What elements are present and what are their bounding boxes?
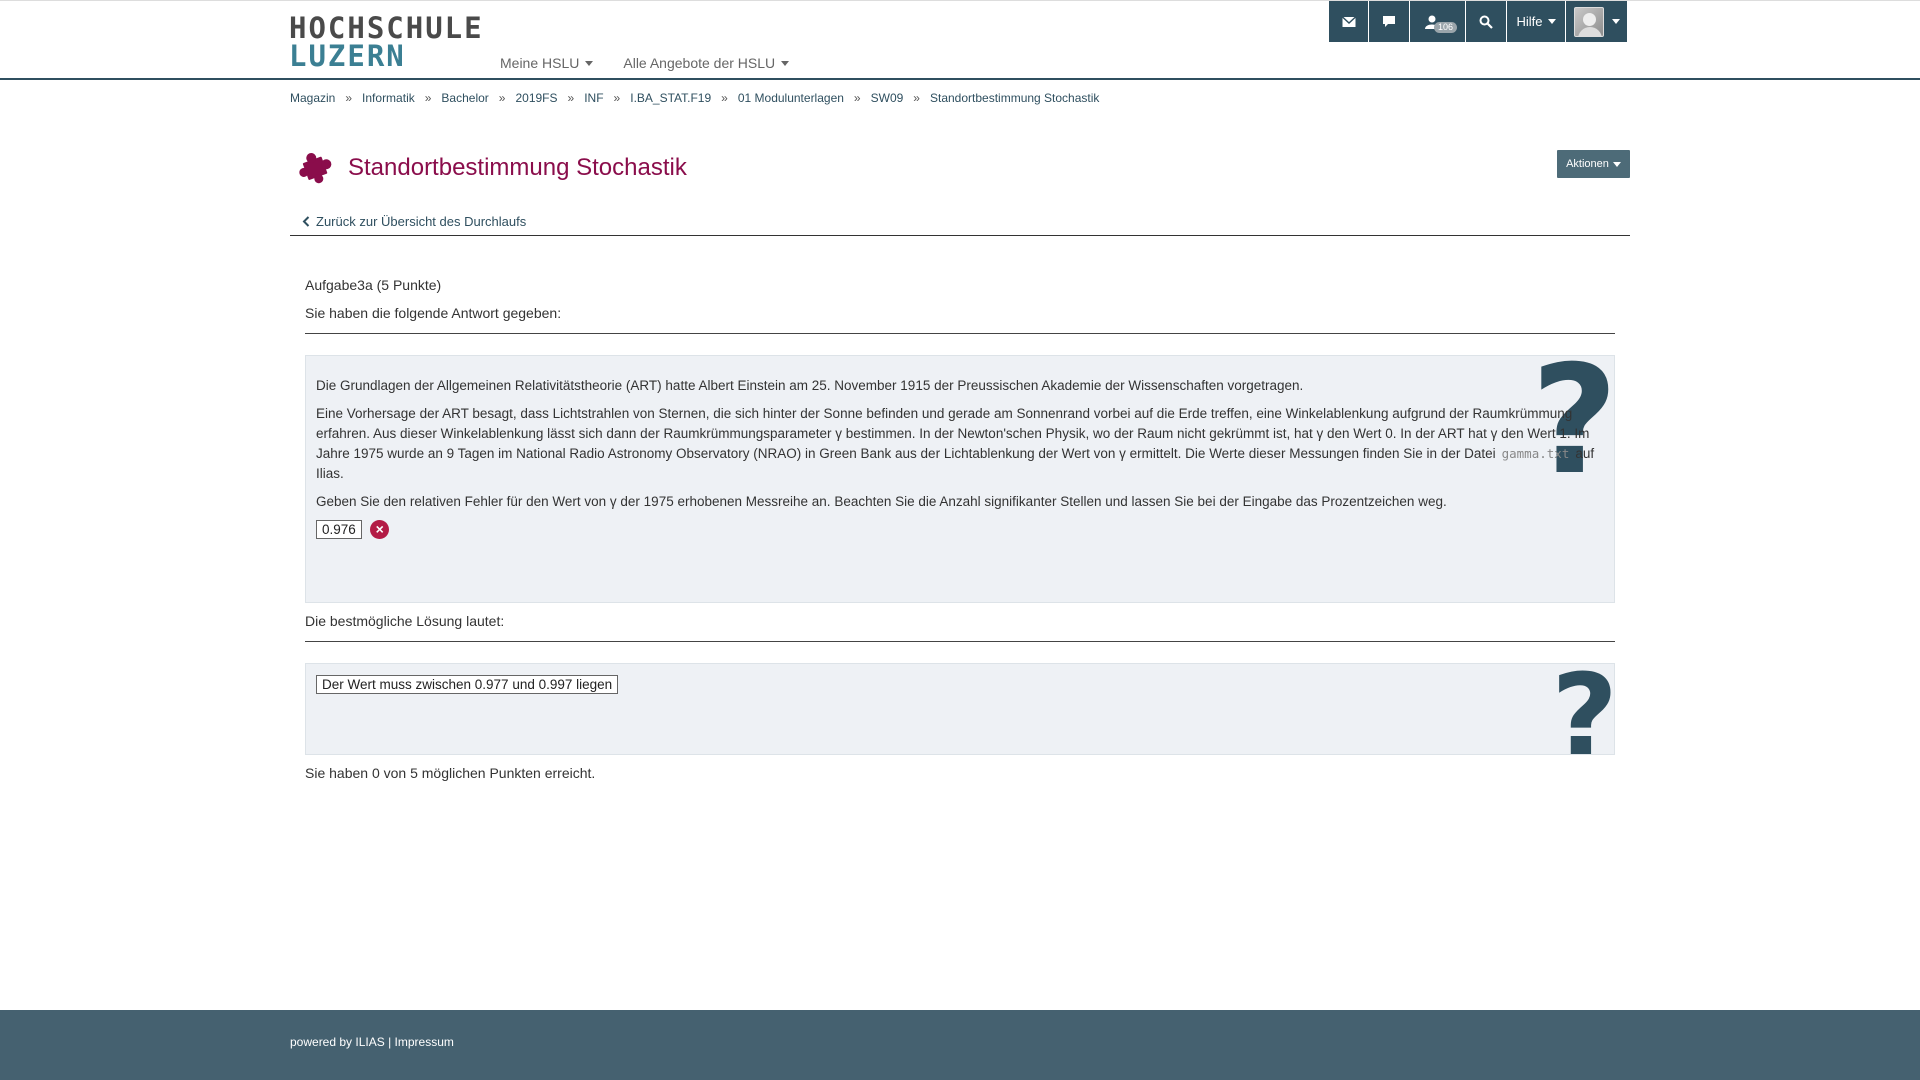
user-menu-button[interactable] [1566,1,1627,42]
actions-label: Aktionen [1566,158,1609,170]
mail-button[interactable] [1329,1,1369,42]
top-toolbar: 106 Hilfe [1329,1,1627,42]
chat-button[interactable] [1369,1,1410,42]
chevron-down-icon [781,60,790,66]
actions-button[interactable]: Aktionen [1557,150,1630,178]
back-link-label: Zurück zur Übersicht des Durchlaufs [316,214,527,229]
divider [305,333,1615,334]
question-paragraph-3: Geben Sie den relativen Fehler für den W… [316,494,1447,509]
breadcrumb-item[interactable]: INF [584,91,603,105]
breadcrumb-separator: » [613,91,621,105]
chevron-down-icon [1547,19,1556,24]
search-icon [1479,15,1493,29]
breadcrumb-item[interactable]: Informatik [362,91,415,105]
chevron-down-icon [1612,161,1621,167]
breadcrumb-separator: » [498,91,506,105]
answer-row: 0.976 × [316,520,1604,540]
given-answer-label: Sie haben die folgende Antwort gegeben: [305,305,562,321]
breadcrumb-separator: » [721,91,728,105]
hslu-logo[interactable]: HOCHSCHULE LUZERN [289,11,484,73]
nav-alle-angebote-label: Alle Angebote der HSLU [623,55,776,71]
main-nav: Meine HSLU Alle Angebote der HSLU [500,55,790,71]
speech-bubble-icon [1383,16,1395,27]
footer: powered by ILIAS | Impressum [0,1010,1920,1080]
title-divider [290,235,1630,236]
breadcrumb-separator: » [913,91,920,105]
question-paragraph-2: Eine Vorhersage der ART besagt, dass Lic… [316,404,1604,484]
question-paragraph-1: Die Grundlagen der Allgemeinen Relativit… [316,378,1304,393]
chevron-down-icon [1611,19,1620,24]
header: HOCHSCHULE LUZERN Meine HSLU Alle Angebo… [0,0,1920,80]
nav-meine-hslu[interactable]: Meine HSLU [500,55,594,71]
user-badge: 106 [1434,22,1458,33]
question-paragraph-2-text: Eine Vorhersage der ART besagt, dass Lic… [316,406,1590,461]
title-row: Standortbestimmung Stochastik [290,148,687,188]
best-solution-label: Die bestmögliche Lösung lautet: [305,613,505,629]
puzzle-icon [299,153,332,184]
user-notifications-button[interactable]: 106 [1410,1,1466,42]
help-label: Hilfe [1516,14,1543,29]
logo-line2: LUZERN [289,39,406,73]
question-box: ? Die Grundlagen der Allgemeinen Relativ… [305,355,1615,603]
search-button[interactable] [1466,1,1507,42]
breadcrumb-separator: » [345,91,353,105]
breadcrumb-separator: » [853,91,861,105]
best-solution-field: Der Wert muss zwischen 0.977 und 0.997 l… [316,675,619,694]
question-mark-icon: ? [1551,663,1615,755]
score-text: Sie haben 0 von 5 möglichen Punkten erre… [305,765,596,781]
breadcrumb-item[interactable]: Magazin [290,91,335,105]
breadcrumb: Magazin » Informatik » Bachelor » 2019FS… [290,91,1099,105]
footer-separator: | [388,1035,392,1049]
breadcrumb-item[interactable]: SW09 [871,91,904,105]
breadcrumb-item-current[interactable]: Standortbestimmung Stochastik [930,91,1099,105]
help-button[interactable]: Hilfe [1507,1,1566,42]
breadcrumb-separator: » [424,91,432,105]
powered-by-ilias-link[interactable]: powered by ILIAS [290,1035,385,1049]
chevron-down-icon [585,60,594,66]
answer-input[interactable]: 0.976 [316,520,362,539]
wrong-x-icon: × [370,520,390,540]
breadcrumb-item[interactable]: Bachelor [441,91,488,105]
solution-box: ? Der Wert muss zwischen 0.977 und 0.997… [305,663,1615,755]
nav-alle-angebote[interactable]: Alle Angebote der HSLU [623,55,790,71]
footer-text: powered by ILIAS | Impressum [290,1035,454,1049]
avatar [1573,6,1604,37]
task-title: Aufgabe3a (5 Punkte) [305,277,442,293]
impressum-link[interactable]: Impressum [395,1035,454,1049]
divider [305,641,1615,642]
nav-meine-hslu-label: Meine HSLU [500,55,580,71]
breadcrumb-item[interactable]: 01 Modulunterlagen [738,91,844,105]
envelope-icon [1341,15,1356,27]
chevron-left-icon [302,216,310,227]
logo-line1: HOCHSCHULE [289,11,484,45]
breadcrumb-separator: » [567,91,575,105]
file-name-code: gamma.txt [1501,446,1570,461]
back-to-overview-link[interactable]: Zurück zur Übersicht des Durchlaufs [302,214,526,229]
breadcrumb-item[interactable]: I.BA_STAT.F19 [630,91,711,105]
breadcrumb-item[interactable]: 2019FS [515,91,557,105]
page-title: Standortbestimmung Stochastik [348,154,687,181]
